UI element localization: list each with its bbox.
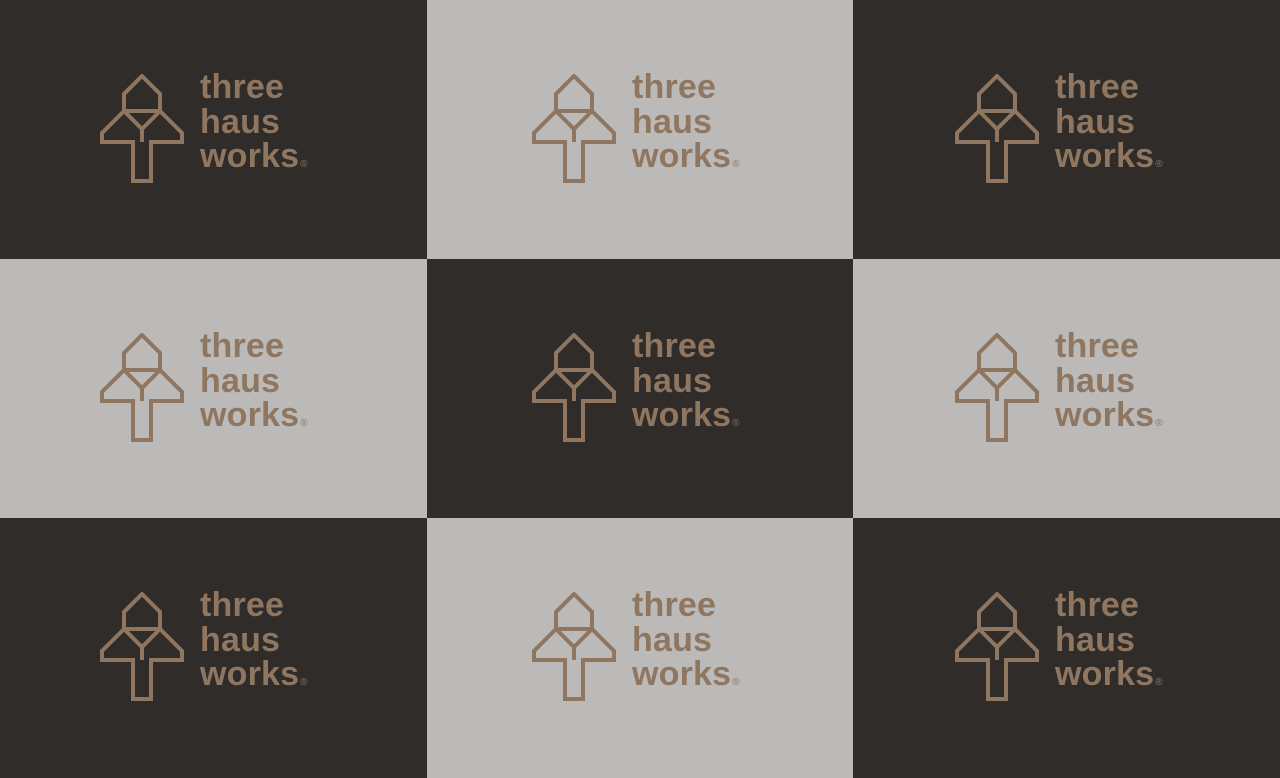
logo-tile: three haus works® [853,518,1280,778]
registered-mark: ® [732,159,740,170]
wordmark-line-haus: haus [632,361,713,400]
registered-mark: ® [732,677,740,688]
registered-mark: ® [300,418,308,429]
wordmark-line-three: three [200,327,285,365]
wordmark-line-works: works [1055,655,1155,693]
logo-tile: three haus works® [427,518,853,778]
registered-mark: ® [300,677,308,688]
brand-logo: three haus works® [955,588,1195,704]
logo-tile-grid: three haus works® three haus works® thre… [0,0,1280,778]
tree-house-mark-icon [955,333,1039,443]
wordmark-line-haus: haus [1055,102,1136,141]
wordmark-line-works: works [200,396,300,434]
wordmark-line-works: works [632,396,732,434]
logo-tile: three haus works® [0,0,427,259]
registered-mark: ® [300,159,308,170]
tree-house-mark-icon [532,333,616,443]
wordmark-line-haus: haus [1055,620,1136,659]
logo-tile: three haus works® [0,518,427,778]
wordmark-line-haus: haus [200,620,281,659]
brand-logo: three haus works® [532,329,772,445]
wordmark: three haus works® [632,70,740,183]
tree-house-mark-icon [100,592,184,702]
wordmark-line-three: three [1055,586,1140,624]
tree-house-mark-icon [955,74,1039,184]
tree-house-mark-icon [955,592,1039,702]
tree-house-mark-icon [532,74,616,184]
wordmark: three haus works® [200,70,308,183]
wordmark-line-works: works [632,137,732,175]
wordmark-line-haus: haus [200,102,281,141]
registered-mark: ® [732,418,740,429]
registered-mark: ® [1155,159,1163,170]
wordmark-line-three: three [1055,68,1140,106]
brand-logo: three haus works® [100,329,340,445]
logo-tile: three haus works® [853,259,1280,518]
wordmark: three haus works® [1055,70,1163,183]
wordmark-line-three: three [632,68,717,106]
wordmark-line-three: three [200,586,285,624]
brand-logo: three haus works® [100,70,340,186]
logo-tile: three haus works® [427,0,853,259]
wordmark-line-works: works [200,655,300,693]
wordmark-line-haus: haus [1055,361,1136,400]
tree-house-mark-icon [100,74,184,184]
tree-house-mark-icon [100,333,184,443]
wordmark-line-haus: haus [200,361,281,400]
wordmark-line-three: three [632,586,717,624]
wordmark-line-haus: haus [632,620,713,659]
wordmark: three haus works® [200,329,308,442]
wordmark: three haus works® [200,588,308,701]
wordmark-line-works: works [1055,137,1155,175]
brand-logo: three haus works® [955,70,1195,186]
wordmark-line-works: works [200,137,300,175]
wordmark: three haus works® [1055,588,1163,701]
wordmark-line-works: works [1055,396,1155,434]
tree-house-mark-icon [532,592,616,702]
wordmark-line-haus: haus [632,102,713,141]
logo-tile: three haus works® [427,259,853,518]
wordmark: three haus works® [1055,329,1163,442]
brand-logo: three haus works® [532,70,772,186]
wordmark-line-three: three [1055,327,1140,365]
wordmark-line-three: three [200,68,285,106]
registered-mark: ® [1155,677,1163,688]
brand-logo: three haus works® [532,588,772,704]
brand-logo: three haus works® [100,588,340,704]
wordmark-line-three: three [632,327,717,365]
brand-logo: three haus works® [955,329,1195,445]
wordmark-line-works: works [632,655,732,693]
logo-tile: three haus works® [853,0,1280,259]
wordmark: three haus works® [632,329,740,442]
logo-tile: three haus works® [0,259,427,518]
registered-mark: ® [1155,418,1163,429]
wordmark: three haus works® [632,588,740,701]
